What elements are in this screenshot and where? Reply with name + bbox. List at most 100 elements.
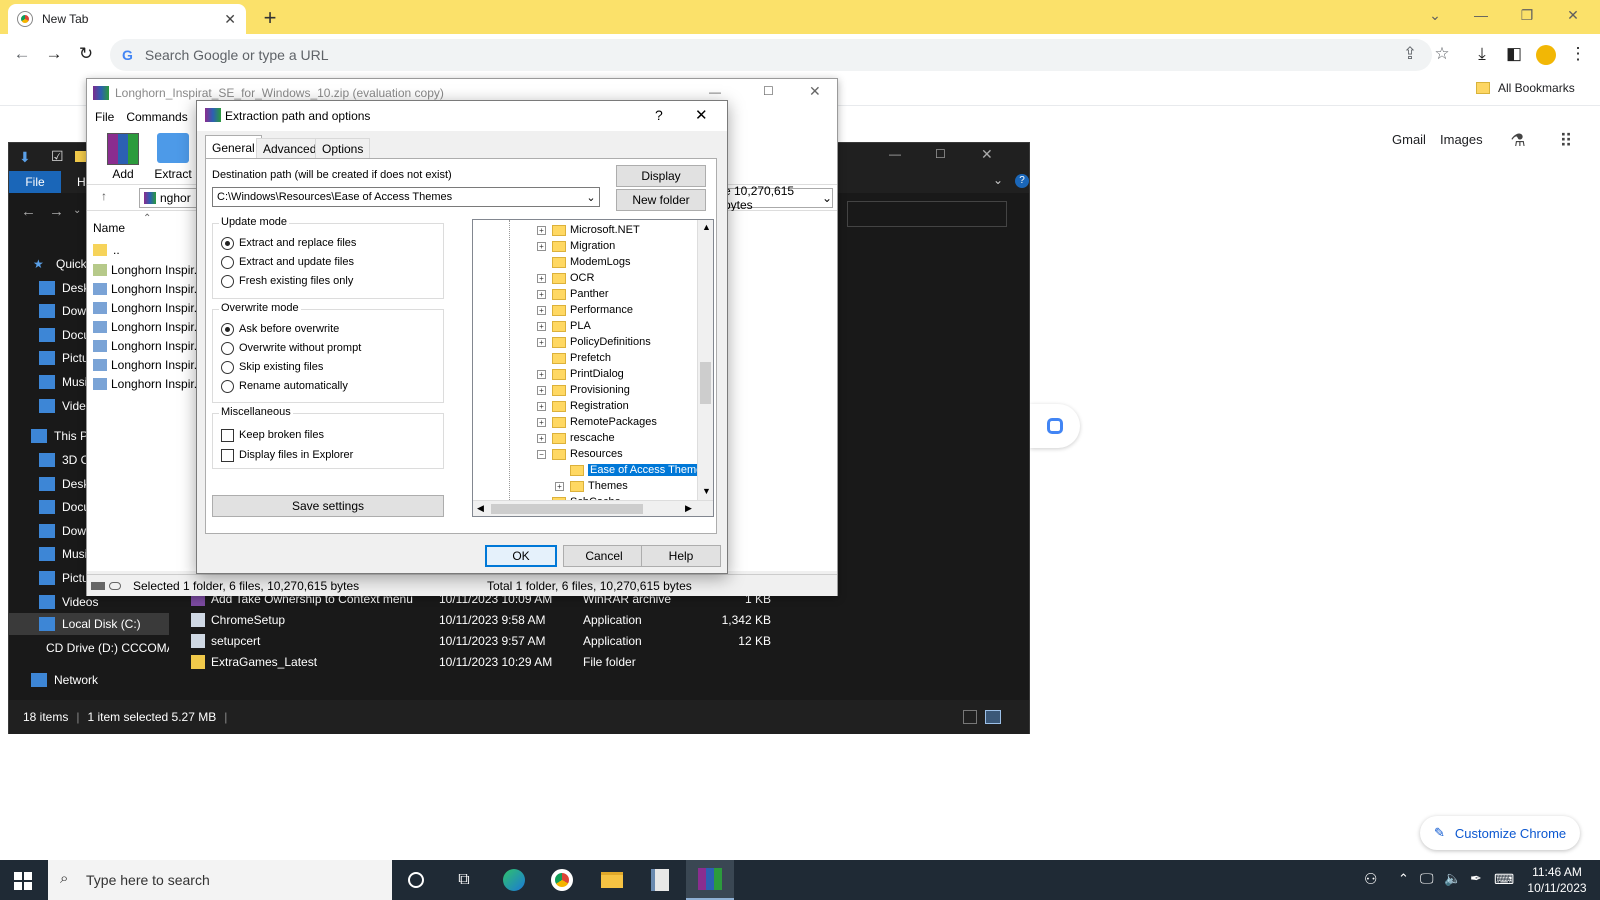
tree-expander-icon[interactable]: + bbox=[537, 385, 546, 395]
tree-node[interactable]: + Migration bbox=[537, 238, 615, 254]
scroll-up-icon[interactable]: ▲ bbox=[702, 222, 711, 232]
keyboard-icon[interactable]: ⌨ bbox=[1494, 871, 1514, 888]
tab-options[interactable]: Options bbox=[315, 138, 371, 158]
explorer-close-icon[interactable]: ✕ bbox=[981, 146, 993, 163]
tree-node[interactable]: + PLA bbox=[537, 318, 591, 334]
archive-file-row[interactable]: Longhorn Inspir... bbox=[93, 282, 204, 296]
checkbox-option[interactable]: Keep broken files bbox=[221, 426, 324, 444]
tree-hscroll-thumb[interactable] bbox=[491, 504, 643, 514]
tree-expander-icon[interactable]: + bbox=[537, 433, 546, 443]
windows-start-icon[interactable] bbox=[14, 872, 32, 890]
radio-button[interactable] bbox=[221, 236, 234, 250]
new-folder-button[interactable]: New folder bbox=[616, 189, 706, 211]
radio-button[interactable] bbox=[221, 322, 234, 336]
file-row[interactable]: ExtraGames_Latest 10/11/2023 10:29 AM File… bbox=[185, 652, 805, 672]
archive-file-row[interactable]: Longhorn Inspir... bbox=[93, 377, 204, 391]
tree-expander-icon[interactable]: + bbox=[537, 417, 546, 427]
tree-expander-icon[interactable]: + bbox=[555, 481, 564, 491]
archive-file-row[interactable]: Longhorn Inspir... bbox=[93, 301, 204, 315]
tree-expander-icon[interactable]: + bbox=[537, 337, 546, 347]
taskbar-search-box[interactable]: ⌕ Type here to search bbox=[48, 860, 392, 900]
help-button[interactable]: Help bbox=[641, 545, 721, 567]
explorer-back-icon[interactable]: ← bbox=[21, 203, 36, 220]
gmail-link[interactable]: Gmail bbox=[1392, 132, 1426, 147]
radio-option[interactable]: Extract and update files bbox=[221, 253, 354, 271]
details-view-icon[interactable] bbox=[963, 710, 977, 724]
tab-search-chevron-icon[interactable]: ⌄ bbox=[1412, 0, 1458, 30]
labs-flask-icon[interactable]: ⚗ bbox=[1504, 127, 1532, 155]
chrome-tab-new-tab[interactable]: New Tab ✕ bbox=[8, 4, 246, 34]
winrar-minimize-icon[interactable]: — bbox=[709, 85, 721, 99]
save-settings-button[interactable]: Save settings bbox=[212, 495, 444, 517]
network-icon[interactable]: 🖵 bbox=[1420, 870, 1434, 887]
tree-vertical-scrollbar[interactable]: ▲ ▼ bbox=[697, 220, 713, 500]
chrome-taskbar-icon[interactable] bbox=[538, 860, 586, 900]
sidebar-item[interactable]: CD Drive (D:) CCCOMA bbox=[9, 637, 169, 659]
tree-expander-icon[interactable]: + bbox=[537, 289, 546, 299]
lens-camera-button[interactable] bbox=[1030, 404, 1080, 448]
radio-button[interactable] bbox=[221, 379, 234, 393]
tree-node[interactable]: − Resources bbox=[537, 446, 623, 462]
tree-node[interactable]: + Microsoft.NET bbox=[537, 222, 640, 238]
file-explorer-taskbar-icon[interactable] bbox=[588, 860, 636, 900]
archive-path-field[interactable]: nghor bbox=[139, 188, 199, 208]
extract-button[interactable]: Extract bbox=[151, 133, 195, 181]
tree-node[interactable]: + RemotePackages bbox=[537, 414, 657, 430]
clock[interactable]: 11:46 AM 10/11/2023 bbox=[1526, 864, 1588, 896]
ribbon-expand-chevron-icon[interactable]: ⌄ bbox=[993, 173, 1003, 187]
large-icons-view-icon[interactable] bbox=[985, 710, 1001, 724]
size-dropdown[interactable]: e 10,270,615 bytes ⌄ bbox=[719, 184, 833, 212]
tree-node[interactable]: + rescache bbox=[537, 430, 615, 446]
minimize-icon[interactable]: — bbox=[1458, 0, 1504, 30]
download-icon[interactable]: ⤓ bbox=[1468, 40, 1496, 68]
tree-expander-icon[interactable]: + bbox=[537, 273, 546, 283]
explorer-minimize-icon[interactable]: — bbox=[889, 147, 901, 161]
cortana-icon[interactable] bbox=[392, 860, 440, 900]
add-button[interactable]: Add bbox=[101, 133, 145, 181]
tree-expander-icon[interactable]: + bbox=[537, 401, 546, 411]
display-button[interactable]: Display bbox=[616, 165, 706, 187]
chrome-menu-icon[interactable]: ⋮ bbox=[1564, 40, 1592, 68]
sidebar-item[interactable]: Local Disk (C:) bbox=[9, 613, 169, 635]
context-help-button[interactable]: ? bbox=[655, 107, 663, 123]
chevron-down-icon[interactable]: ⌄ bbox=[583, 191, 599, 204]
checkbox[interactable] bbox=[221, 448, 234, 462]
close-window-icon[interactable]: ✕ bbox=[1550, 0, 1596, 30]
file-row[interactable]: ChromeSetup 10/11/2023 9:58 AM Application… bbox=[185, 610, 805, 630]
help-icon[interactable]: ? bbox=[1015, 174, 1029, 188]
show-hidden-icons-chevron[interactable]: ⌃ bbox=[1398, 871, 1409, 887]
images-link[interactable]: Images bbox=[1440, 132, 1483, 147]
explorer-home-tab[interactable]: H bbox=[77, 175, 86, 189]
tree-node[interactable]: + PrintDialog bbox=[537, 366, 624, 382]
parent-folder-row[interactable]: .. bbox=[93, 243, 120, 257]
scroll-left-icon[interactable]: ◀ bbox=[477, 503, 484, 514]
scroll-down-icon[interactable]: ▼ bbox=[702, 486, 711, 496]
tree-vscroll-thumb[interactable] bbox=[700, 362, 711, 404]
radio-option[interactable]: Ask before overwrite bbox=[221, 320, 339, 338]
volume-icon[interactable]: 🔈 bbox=[1444, 870, 1461, 887]
tree-expander-icon[interactable]: + bbox=[537, 225, 546, 235]
tree-expander-icon[interactable]: + bbox=[537, 321, 546, 331]
tree-node[interactable]: + Panther bbox=[537, 286, 609, 302]
tree-node[interactable]: + PolicyDefinitions bbox=[537, 334, 651, 350]
all-bookmarks[interactable]: All Bookmarks bbox=[1476, 81, 1575, 95]
apps-grid-icon[interactable]: ⠿ bbox=[1552, 127, 1580, 155]
properties-check-icon[interactable]: ☑ bbox=[51, 148, 64, 165]
ok-button[interactable]: OK bbox=[485, 545, 557, 567]
tree-node[interactable]: + Themes bbox=[555, 478, 628, 494]
omnibox[interactable]: G Search Google or type a URL bbox=[110, 39, 1432, 71]
quick-access-down-icon[interactable]: ⬇ bbox=[19, 149, 31, 166]
archive-file-row[interactable]: Longhorn Inspir... bbox=[93, 358, 204, 372]
radio-option[interactable]: Extract and replace files bbox=[221, 234, 356, 252]
winrar-taskbar-icon[interactable] bbox=[686, 860, 734, 900]
radio-option[interactable]: Overwrite without prompt bbox=[221, 339, 361, 357]
tree-node[interactable]: + OCR bbox=[537, 270, 594, 286]
winrar-maximize-icon[interactable]: ☐ bbox=[763, 84, 774, 98]
cancel-button[interactable]: Cancel bbox=[563, 545, 645, 567]
customize-chrome-button[interactable]: ✎ Customize Chrome bbox=[1420, 816, 1581, 850]
radio-option[interactable]: Rename automatically bbox=[221, 377, 348, 395]
profile-avatar[interactable] bbox=[1536, 45, 1556, 65]
tree-node[interactable]: + Performance bbox=[537, 302, 633, 318]
new-tab-plus-icon[interactable]: + bbox=[256, 4, 284, 32]
edge-icon[interactable] bbox=[490, 860, 538, 900]
